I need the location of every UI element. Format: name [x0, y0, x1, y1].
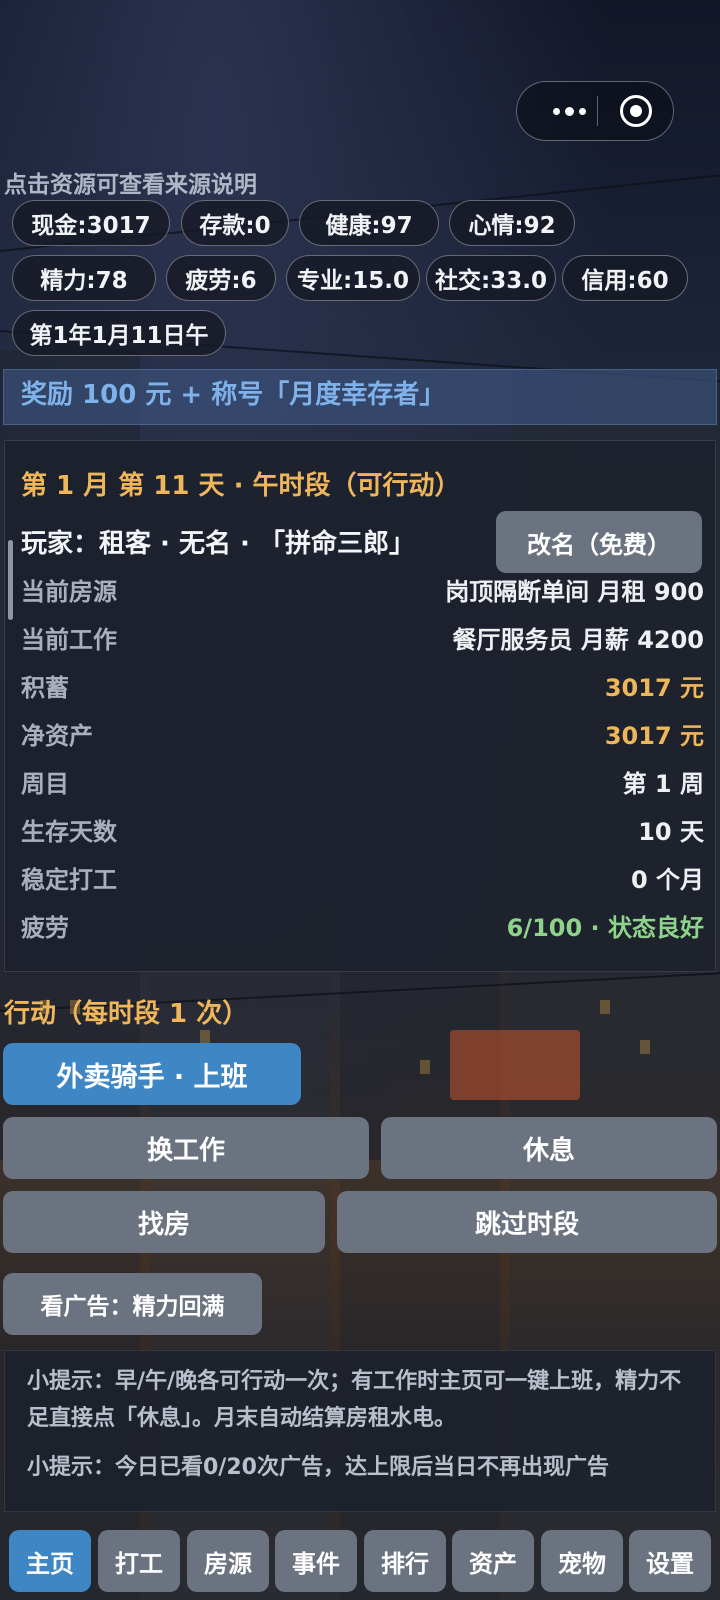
chip-social[interactable]: 社交:33.0 [426, 255, 556, 301]
close-target-icon[interactable] [620, 95, 652, 127]
tab-pets[interactable]: 宠物 [541, 1530, 623, 1592]
find-house-button[interactable]: 找房 [3, 1191, 325, 1253]
chip-health[interactable]: 健康:97 [299, 200, 439, 246]
rename-button[interactable]: 改名（免费） [496, 511, 702, 573]
player-name: 玩家：租客 · 无名 · 「拼命三郎」 [21, 529, 415, 559]
info-label: 净资产 [21, 722, 93, 750]
info-value: 第 1 周 [622, 770, 704, 798]
period-title: 第 1 月 第 11 天 · 午时段（可行动） [21, 471, 461, 501]
change-job-button[interactable]: 换工作 [3, 1117, 369, 1179]
tips-box: 小提示：早/午/晚各可行动一次；有工作时主页可一键上班，精力不足直接点「休息」。… [4, 1350, 716, 1512]
tab-settings[interactable]: 设置 [629, 1530, 711, 1592]
capsule-divider [597, 96, 598, 126]
miniprogram-capsule [516, 81, 674, 141]
chip-mood[interactable]: 心情:92 [449, 200, 575, 246]
tip-text: 小提示：今日已看0/20次广告，达上限后当日不再出现广告 [27, 1455, 609, 1480]
chip-deposit[interactable]: 存款:0 [181, 200, 289, 246]
tip-text: 小提示：早/午/晚各可行动一次；有工作时主页可一键上班，精力不足直接点「休息」。… [27, 1369, 682, 1431]
chip-cash[interactable]: 现金:3017 [12, 200, 170, 246]
chip-skill[interactable]: 专业:15.0 [286, 255, 420, 301]
watch-ad-button[interactable]: 看广告：精力回满 [3, 1273, 262, 1335]
tab-housing[interactable]: 房源 [187, 1530, 269, 1592]
skip-period-button[interactable]: 跳过时段 [337, 1191, 717, 1253]
info-label: 积蓄 [21, 674, 69, 702]
info-row-savings: 积蓄 3017 元 [21, 668, 704, 708]
chip-date[interactable]: 第1年1月11日午 [12, 310, 226, 356]
status-panel: 第 1 月 第 11 天 · 午时段（可行动） 玩家：租客 · 无名 · 「拼命… [4, 440, 716, 972]
info-row-housing: 当前房源 岗顶隔断单间 月租 900 [21, 572, 704, 612]
tab-events[interactable]: 事件 [275, 1530, 357, 1592]
resource-hint: 点击资源可查看来源说明 [4, 172, 257, 198]
tab-work[interactable]: 打工 [98, 1530, 180, 1592]
chip-energy[interactable]: 精力:78 [12, 255, 156, 301]
info-value: 3017 元 [604, 674, 704, 702]
info-label: 生存天数 [21, 818, 117, 846]
info-row-job: 当前工作 餐厅服务员 月薪 4200 [21, 620, 704, 660]
chip-fatigue[interactable]: 疲劳:6 [166, 255, 276, 301]
bottom-tab-bar: 主页 打工 房源 事件 排行 资产 宠物 设置 [0, 1526, 720, 1600]
info-row-networth: 净资产 3017 元 [21, 716, 704, 756]
info-row-survival-days: 生存天数 10 天 [21, 812, 704, 852]
info-row-fatigue: 疲劳 6/100 · 状态良好 [21, 908, 704, 948]
reward-banner: 奖励 100 元 + 称号「月度幸存者」 [3, 369, 717, 425]
info-label: 周目 [21, 770, 69, 798]
info-label: 疲劳 [21, 914, 69, 942]
info-value: 餐厅服务员 月薪 4200 [452, 626, 704, 654]
info-label: 当前房源 [21, 578, 117, 606]
info-value: 0 个月 [630, 866, 704, 894]
work-delivery-button[interactable]: 外卖骑手 · 上班 [3, 1043, 301, 1105]
more-menu-button[interactable] [539, 82, 599, 140]
info-value: 3017 元 [604, 722, 704, 750]
scroll-indicator [8, 540, 13, 620]
info-value: 6/100 · 状态良好 [506, 914, 704, 942]
info-value: 10 天 [638, 818, 704, 846]
chip-credit[interactable]: 信用:60 [562, 255, 688, 301]
info-row-cycle: 周目 第 1 周 [21, 764, 704, 804]
tab-assets[interactable]: 资产 [452, 1530, 534, 1592]
info-label: 当前工作 [21, 626, 117, 654]
more-dots-icon [552, 107, 560, 115]
info-row-stable-work: 稳定打工 0 个月 [21, 860, 704, 900]
tab-ranking[interactable]: 排行 [364, 1530, 446, 1592]
rest-button[interactable]: 休息 [381, 1117, 717, 1179]
tab-home[interactable]: 主页 [9, 1530, 91, 1592]
info-label: 稳定打工 [21, 866, 117, 894]
info-value: 岗顶隔断单间 月租 900 [445, 578, 704, 606]
actions-title: 行动（每时段 1 次） [4, 999, 249, 1029]
